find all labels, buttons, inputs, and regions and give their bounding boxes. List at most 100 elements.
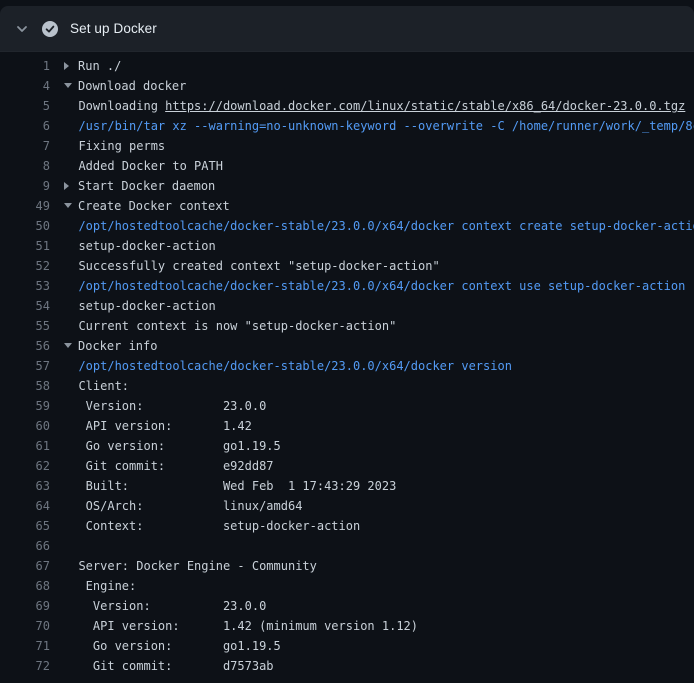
- line-content: Built: Wed Feb 1 17:43:29 2023: [64, 479, 396, 493]
- line-number[interactable]: 70: [0, 616, 50, 636]
- line-content: setup-docker-action: [64, 299, 216, 313]
- log-line: 70 API version: 1.42 (minimum version 1.…: [0, 616, 694, 636]
- line-number[interactable]: 58: [0, 376, 50, 396]
- line-number[interactable]: 4: [0, 76, 50, 96]
- line-number[interactable]: 55: [0, 316, 50, 336]
- line-number[interactable]: 60: [0, 416, 50, 436]
- triangle-right-icon[interactable]: [64, 176, 78, 196]
- line-content[interactable]: Docker info: [64, 339, 157, 353]
- line-content: setup-docker-action: [64, 239, 216, 253]
- log-line: 68 Engine:: [0, 576, 694, 596]
- line-number[interactable]: 9: [0, 176, 50, 196]
- group-title[interactable]: Download docker: [78, 79, 186, 93]
- line-number[interactable]: 49: [0, 196, 50, 216]
- group-title[interactable]: Create Docker context: [78, 199, 230, 213]
- triangle-down-icon[interactable]: [64, 76, 78, 96]
- line-number[interactable]: 1: [0, 56, 50, 76]
- line-content: API version: 1.42: [64, 419, 252, 433]
- log-line: 72 Git commit: d7573ab: [0, 656, 694, 676]
- line-number[interactable]: 72: [0, 656, 50, 676]
- log-lines: 1 Run ./ 4 Download docker 5 Downloading htt…: [0, 52, 694, 676]
- line-number[interactable]: 67: [0, 556, 50, 576]
- log-line: 4 Download docker: [0, 76, 694, 96]
- line-content: Version: 23.0.0: [64, 399, 266, 413]
- triangle-right-icon[interactable]: [64, 56, 78, 76]
- log-line: 67 Server: Docker Engine - Community: [0, 556, 694, 576]
- log-line: 57 /opt/hostedtoolcache/docker-stable/23…: [0, 356, 694, 376]
- log-line: 65 Context: setup-docker-action: [0, 516, 694, 536]
- line-number[interactable]: 69: [0, 596, 50, 616]
- line-content: API version: 1.42 (minimum version 1.12): [64, 619, 418, 633]
- line-number[interactable]: 5: [0, 96, 50, 116]
- success-check-icon: [42, 21, 58, 37]
- log-line: 55 Current context is now "setup-docker-…: [0, 316, 694, 336]
- line-content[interactable]: Run ./: [64, 59, 121, 73]
- group-title[interactable]: Run ./: [78, 59, 121, 73]
- line-number[interactable]: 52: [0, 256, 50, 276]
- log-line: 7 Fixing perms: [0, 136, 694, 156]
- line-content: Context: setup-docker-action: [64, 519, 360, 533]
- line-content: Version: 23.0.0: [64, 599, 266, 613]
- line-number[interactable]: 65: [0, 516, 50, 536]
- line-content[interactable]: Create Docker context: [64, 199, 230, 213]
- line-content: /opt/hostedtoolcache/docker-stable/23.0.…: [64, 279, 685, 293]
- line-number[interactable]: 62: [0, 456, 50, 476]
- log-line: 54 setup-docker-action: [0, 296, 694, 316]
- log-line: 66: [0, 536, 694, 556]
- line-number[interactable]: 57: [0, 356, 50, 376]
- group-title[interactable]: Docker info: [78, 339, 157, 353]
- log-line: 53 /opt/hostedtoolcache/docker-stable/23…: [0, 276, 694, 296]
- log-line: 61 Go version: go1.19.5: [0, 436, 694, 456]
- line-number[interactable]: 71: [0, 636, 50, 656]
- line-number[interactable]: 59: [0, 396, 50, 416]
- log-line: 52 Successfully created context "setup-d…: [0, 256, 694, 276]
- line-number[interactable]: 61: [0, 436, 50, 456]
- line-content: Current context is now "setup-docker-act…: [64, 319, 396, 333]
- log-line: 60 API version: 1.42: [0, 416, 694, 436]
- log-line: 5 Downloading https://download.docker.co…: [0, 96, 694, 116]
- triangle-down-icon[interactable]: [64, 336, 78, 356]
- line-content: Go version: go1.19.5: [64, 639, 281, 653]
- line-number[interactable]: 56: [0, 336, 50, 356]
- log-link[interactable]: https://download.docker.com/linux/static…: [165, 99, 685, 113]
- group-title[interactable]: Start Docker daemon: [78, 179, 215, 193]
- log-line: 58 Client:: [0, 376, 694, 396]
- line-content: OS/Arch: linux/amd64: [64, 499, 302, 513]
- chevron-down-icon[interactable]: [16, 23, 28, 35]
- line-number[interactable]: 53: [0, 276, 50, 296]
- line-content: Git commit: d7573ab: [64, 659, 274, 673]
- line-number[interactable]: 50: [0, 216, 50, 236]
- line-content: Added Docker to PATH: [64, 159, 223, 173]
- line-content: Server: Docker Engine - Community: [64, 559, 317, 573]
- triangle-down-icon[interactable]: [64, 196, 78, 216]
- step-header[interactable]: Set up Docker: [0, 6, 694, 52]
- line-number[interactable]: 8: [0, 156, 50, 176]
- log-line: 50 /opt/hostedtoolcache/docker-stable/23…: [0, 216, 694, 236]
- log-line: 71 Go version: go1.19.5: [0, 636, 694, 656]
- line-number[interactable]: 63: [0, 476, 50, 496]
- line-number[interactable]: 64: [0, 496, 50, 516]
- log-line: 63 Built: Wed Feb 1 17:43:29 2023: [0, 476, 694, 496]
- line-content: Successfully created context "setup-dock…: [64, 259, 440, 273]
- log-line: 49 Create Docker context: [0, 196, 694, 216]
- log-line: 9 Start Docker daemon: [0, 176, 694, 196]
- line-number[interactable]: 68: [0, 576, 50, 596]
- log-line: 64 OS/Arch: linux/amd64: [0, 496, 694, 516]
- step-title: Set up Docker: [70, 21, 157, 36]
- line-number[interactable]: 66: [0, 536, 50, 556]
- log-line: 1 Run ./: [0, 56, 694, 76]
- line-number[interactable]: 51: [0, 236, 50, 256]
- log-text: Downloading: [64, 99, 165, 113]
- line-number[interactable]: 6: [0, 116, 50, 136]
- line-content[interactable]: Download docker: [64, 79, 186, 93]
- line-number[interactable]: 54: [0, 296, 50, 316]
- line-content: Engine:: [64, 579, 136, 593]
- log-line: 69 Version: 23.0.0: [0, 596, 694, 616]
- line-content: Client:: [64, 379, 129, 393]
- line-content: Downloading https://download.docker.com/…: [64, 99, 685, 113]
- line-content: /usr/bin/tar xz --warning=no-unknown-key…: [64, 119, 694, 133]
- line-content[interactable]: Start Docker daemon: [64, 179, 215, 193]
- log-line: 6 /usr/bin/tar xz --warning=no-unknown-k…: [0, 116, 694, 136]
- line-number[interactable]: 7: [0, 136, 50, 156]
- line-content: /opt/hostedtoolcache/docker-stable/23.0.…: [64, 219, 694, 233]
